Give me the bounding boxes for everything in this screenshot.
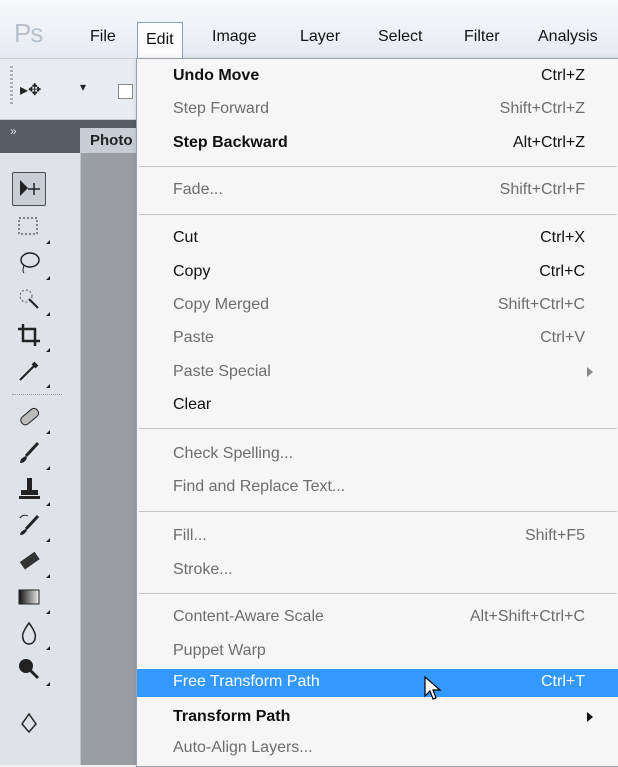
menu-analysis[interactable]: Analysis <box>538 24 598 50</box>
menu-item-shortcut: Ctrl+V <box>540 329 585 346</box>
marquee-tool-icon[interactable] <box>12 212 50 246</box>
menu-item-label: Check Spelling... <box>173 445 294 462</box>
menu-item-step-forward[interactable]: Step Forward Shift+Ctrl+Z <box>137 96 618 124</box>
menu-item-transform-path[interactable]: Transform Path <box>137 704 618 732</box>
menu-item-paste-special[interactable]: Paste Special <box>137 359 618 387</box>
menu-item-shortcut: Shift+Ctrl+Z <box>499 100 585 117</box>
brush-tool-icon[interactable] <box>12 438 50 472</box>
eraser-tool-icon[interactable] <box>12 546 50 580</box>
menu-layer[interactable]: Layer <box>300 24 340 50</box>
pen-tool-icon[interactable] <box>12 706 46 740</box>
menu-item-label: Puppet Warp <box>173 642 266 659</box>
menu-separator <box>139 593 617 594</box>
menu-item-shortcut: Ctrl+T <box>541 673 585 690</box>
menu-item-auto-align-layers[interactable]: Auto-Align Layers... <box>137 735 618 763</box>
menu-item-shortcut: Shift+Ctrl+F <box>499 181 585 198</box>
menu-item-clear[interactable]: Clear <box>137 392 618 420</box>
menu-separator <box>139 214 617 215</box>
menu-separator <box>139 428 617 429</box>
menu-item-shortcut: Ctrl+Z <box>541 67 585 84</box>
menu-item-free-transform-path[interactable]: Free Transform Path Ctrl+T <box>137 669 618 697</box>
menu-image[interactable]: Image <box>212 24 256 50</box>
menu-item-label: Free Transform Path <box>173 673 320 690</box>
app-logo: Ps <box>14 18 43 48</box>
menu-item-label: Undo Move <box>173 67 260 84</box>
menu-item-label: Auto-Align Layers... <box>173 739 313 756</box>
menu-item-label: Fill... <box>173 527 207 544</box>
lasso-tool-icon[interactable] <box>12 248 50 282</box>
menu-item-label: Cut <box>173 229 198 246</box>
menu-filter[interactable]: Filter <box>464 24 500 50</box>
menu-separator <box>139 511 617 512</box>
crop-tool-icon[interactable] <box>12 320 50 354</box>
menu-edit[interactable]: Edit <box>137 22 183 59</box>
menu-item-label: Content-Aware Scale <box>173 608 324 625</box>
dodge-tool-icon[interactable] <box>12 654 50 688</box>
gradient-tool-icon[interactable] <box>12 582 50 616</box>
menu-item-cut[interactable]: Cut Ctrl+X <box>137 225 618 253</box>
mouse-cursor-icon <box>424 676 442 700</box>
menu-item-shortcut: Shift+F5 <box>524 527 585 544</box>
menu-item-label: Find and Replace Text... <box>173 478 346 495</box>
menu-item-stroke[interactable]: Stroke... <box>137 557 618 585</box>
menu-item-label: Paste Special <box>173 363 271 380</box>
menu-item-label: Paste <box>173 329 214 346</box>
menu-item-undo-move[interactable]: Undo Move Ctrl+Z <box>137 63 618 91</box>
submenu-arrow-icon <box>587 712 593 722</box>
menu-item-label: Stroke... <box>173 561 233 578</box>
menu-select[interactable]: Select <box>378 24 422 50</box>
menu-item-label: Clear <box>173 396 212 413</box>
menu-item-puppet-warp[interactable]: Puppet Warp <box>137 638 618 666</box>
menu-item-label: Copy Merged <box>173 296 270 313</box>
menu-item-copy-merged[interactable]: Copy Merged Shift+Ctrl+C <box>137 292 618 320</box>
clone-stamp-tool-icon[interactable] <box>12 474 50 508</box>
grip-handle[interactable] <box>10 66 13 106</box>
menu-item-label: Step Forward <box>173 100 270 117</box>
menu-item-copy[interactable]: Copy Ctrl+C <box>137 259 618 287</box>
move-tool-preset-icon[interactable]: ▸✥ <box>20 80 41 100</box>
menu-item-shortcut: Alt+Shift+Ctrl+C <box>469 608 585 625</box>
quick-selection-tool-icon[interactable] <box>12 284 50 318</box>
document-tab[interactable]: Photo <box>80 128 138 153</box>
healing-brush-tool-icon[interactable] <box>12 402 50 436</box>
menu-item-label: Fade... <box>173 181 223 198</box>
menu-item-find-replace-text[interactable]: Find and Replace Text... <box>137 474 618 502</box>
menu-item-shortcut: Ctrl+C <box>539 263 585 280</box>
menu-item-label: Copy <box>173 263 211 280</box>
menu-item-label: Transform Path <box>173 708 291 725</box>
submenu-arrow-icon <box>587 367 593 377</box>
menu-item-shortcut: Ctrl+X <box>540 229 585 246</box>
menu-item-check-spelling[interactable]: Check Spelling... <box>137 441 618 469</box>
eyedropper-tool-icon[interactable] <box>12 356 50 390</box>
menu-item-paste[interactable]: Paste Ctrl+V <box>137 325 618 353</box>
chevron-down-icon[interactable]: ▾ <box>80 80 86 94</box>
canvas-area[interactable] <box>81 153 138 765</box>
menu-item-shortcut: Alt+Ctrl+Z <box>512 134 585 151</box>
edit-menu-dropdown: Undo Move Ctrl+Z Step Forward Shift+Ctrl… <box>136 58 618 767</box>
auto-select-checkbox[interactable] <box>118 84 133 99</box>
menu-separator <box>139 166 617 167</box>
menu-item-label: Step Backward <box>173 134 288 151</box>
menu-file[interactable]: File <box>90 24 116 50</box>
blur-tool-icon[interactable] <box>12 618 50 652</box>
expand-panels-icon[interactable]: » <box>10 124 17 138</box>
menu-item-fill[interactable]: Fill... Shift+F5 <box>137 523 618 551</box>
menu-item-step-backward[interactable]: Step Backward Alt+Ctrl+Z <box>137 130 618 158</box>
tool-separator <box>12 394 62 395</box>
menu-item-fade[interactable]: Fade... Shift+Ctrl+F <box>137 177 618 205</box>
history-brush-tool-icon[interactable] <box>12 510 50 544</box>
menu-item-content-aware-scale[interactable]: Content-Aware Scale Alt+Shift+Ctrl+C <box>137 604 618 632</box>
move-tool-icon[interactable] <box>12 172 46 206</box>
menu-item-shortcut: Shift+Ctrl+C <box>497 296 585 313</box>
